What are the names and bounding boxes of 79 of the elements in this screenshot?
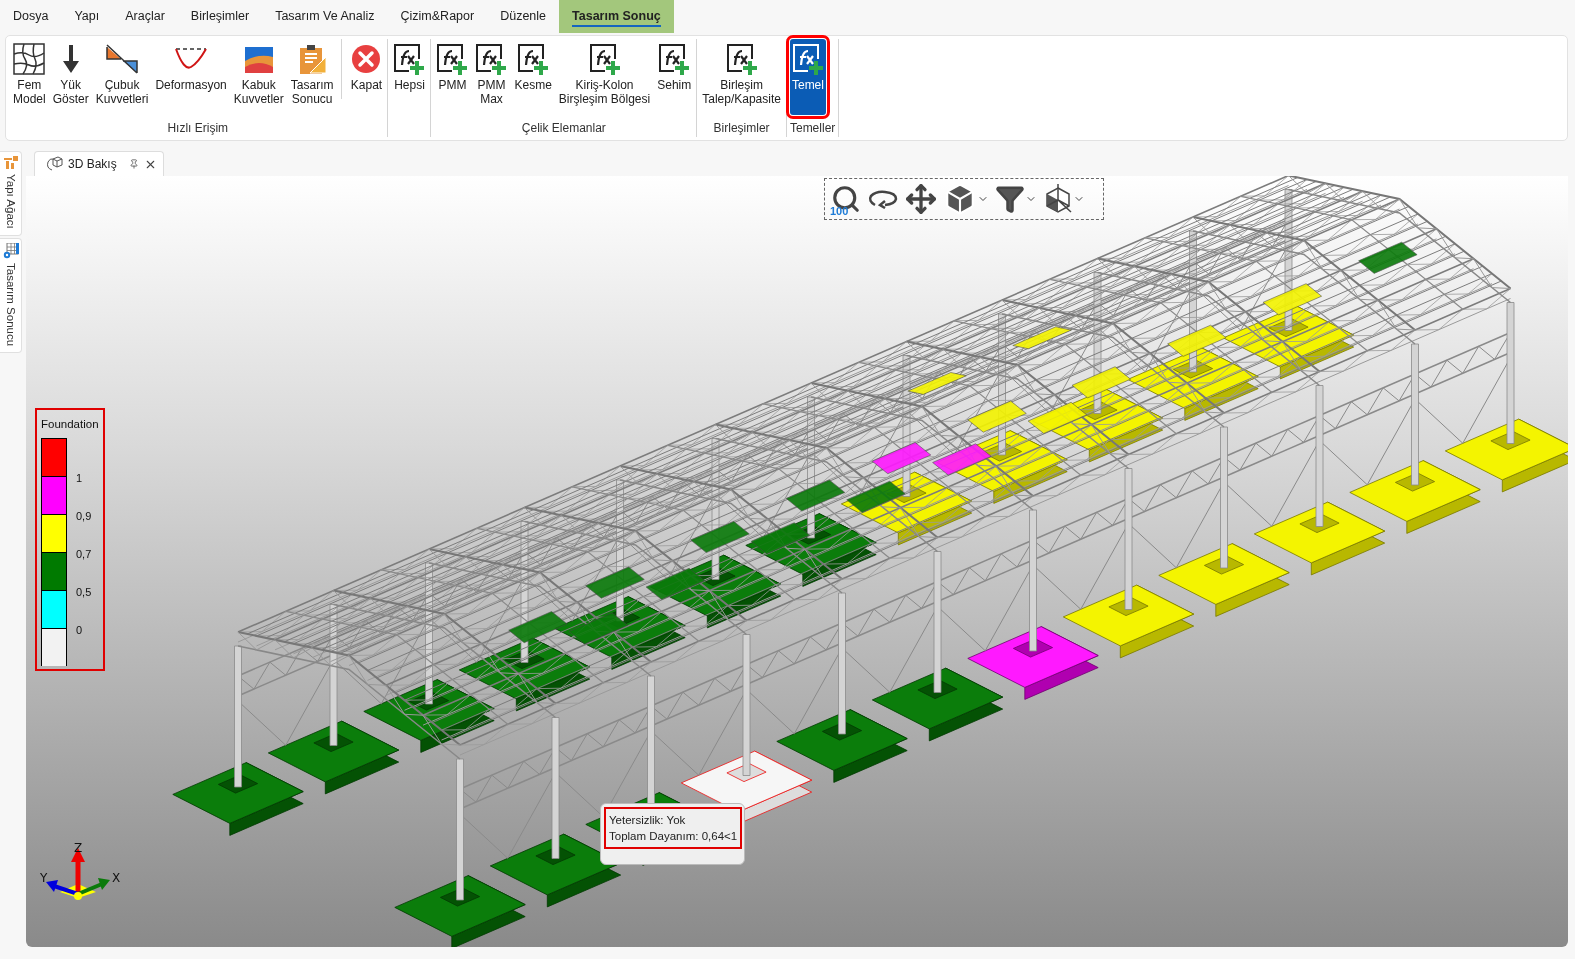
ribbon-button[interactable]: Çubuk Kuvvetleri (93, 39, 151, 108)
menu-tab[interactable]: Tasarım Sonuç (559, 0, 674, 33)
legend-label: 1 (76, 472, 83, 484)
formula-icon (517, 43, 550, 75)
group-title: Temeller (789, 120, 836, 137)
roof-panel-highlight (585, 566, 645, 599)
ribbon-button[interactable]: Tasarım Sonucu (288, 39, 336, 108)
filter-icon (995, 184, 1025, 214)
roof-panel-highlight (932, 443, 992, 476)
group-title: Birleşimler (712, 120, 771, 137)
roof-panel-highlight (690, 521, 750, 553)
formula-icon (393, 43, 426, 75)
cube-icon (45, 156, 63, 172)
menu-tab[interactable]: Dosya (0, 0, 62, 33)
document-tab[interactable]: 3D Bakış (34, 151, 164, 176)
roof-panel-highlight (508, 611, 568, 643)
ribbon-button[interactable]: Hepsi (391, 39, 428, 94)
close-icon (350, 43, 383, 75)
side-tab[interactable]: Yapı Ağacı (0, 151, 22, 236)
axis-triad-drawing: Z Y X (38, 842, 128, 908)
roof-panel-highlight (645, 568, 705, 600)
formula-icon (658, 43, 691, 75)
legend-label: 0 (76, 624, 83, 636)
side-tab[interactable]: Tasarım Sonucu (0, 237, 22, 353)
roof-panel-highlight (907, 372, 967, 395)
formula-icon (791, 43, 824, 75)
ribbon-button[interactable]: Fem Model (11, 39, 48, 108)
legend-label: 0,5 (76, 586, 92, 598)
tooltip-text: Yetersizlik: Yok (609, 813, 687, 828)
legend-label: 0,9 (76, 510, 92, 522)
formula-icon (725, 43, 758, 75)
ribbon-button[interactable]: Sehim (655, 39, 694, 94)
tree-icon (3, 156, 18, 170)
pan-button[interactable] (903, 181, 939, 217)
ribbon-button[interactable]: Birleşim Talep/Kapasite (700, 39, 783, 108)
roof-panel-highlight (871, 442, 932, 474)
legend-title: Foundation (41, 418, 100, 430)
roof-panel-highlight (1262, 283, 1322, 316)
roof-panel-highlight (568, 612, 628, 645)
orbit-icon (867, 189, 899, 209)
ribbon-button[interactable]: PMM (434, 39, 471, 94)
formula-icon (436, 43, 469, 75)
roof-panel-highlight (1012, 326, 1072, 350)
legend-label: 0,7 (76, 548, 92, 560)
menu-tab[interactable]: Araçlar (112, 0, 178, 33)
table-gear-icon (2, 242, 19, 259)
search-icon (831, 184, 861, 214)
group-title: Çelik Elemanlar (520, 120, 607, 137)
roof-panel-highlight (1167, 324, 1227, 357)
ribbon-button[interactable]: Yük Göster (50, 39, 91, 108)
roof-panel-highlight (1358, 241, 1418, 274)
roof-panel-highlight (967, 400, 1027, 433)
3d-viewport[interactable]: 100 Foundation 1 0,9 0,7 0,5 0 Yetersizlik: Yok Toplam Dayanım: 0,64<1 Z Y X (26, 176, 1568, 947)
menu-tab[interactable]: Çizim&Rapor (387, 0, 488, 33)
ribbon-button[interactable]: Kiriş-Kolon Birşleşim Bölgesi (556, 39, 653, 108)
cube-axes-icon (1043, 184, 1073, 214)
pin-icon[interactable] (129, 159, 139, 169)
ribbon-button[interactable]: PMM Max (473, 39, 510, 108)
mesh-icon (13, 43, 46, 75)
menu-tab[interactable]: Birleşimler (177, 0, 263, 33)
formula-icon (588, 43, 621, 75)
menu-tab[interactable]: Düzenle (487, 0, 560, 33)
zoom-button[interactable]: 100 (829, 182, 863, 216)
force-diagram-icon (105, 43, 140, 75)
menu-tab[interactable]: Tasarım Ve Analiz (262, 0, 388, 33)
roof-panel-highlight (750, 522, 810, 555)
menu-tab[interactable]: Yapı (61, 0, 113, 33)
roof-panel-highlight (1027, 402, 1087, 434)
ribbon-button[interactable]: Kesme (512, 39, 554, 94)
ribbon-button[interactable]: Kabuk Kuvvetler (231, 39, 286, 108)
roof-panel-highlight (786, 479, 846, 512)
ribbon-button[interactable]: Kapat (348, 39, 385, 94)
roof-panel-highlight (1071, 366, 1131, 399)
group-title: Hızlı Erişim (166, 120, 230, 137)
formula-icon (475, 43, 508, 75)
roof-panel-highlight (846, 480, 906, 513)
tooltip-text: Toplam Dayanım: 0,64<1 (609, 829, 737, 844)
move-icon (905, 183, 937, 215)
ribbon-button[interactable]: Deformasyon (153, 39, 229, 94)
